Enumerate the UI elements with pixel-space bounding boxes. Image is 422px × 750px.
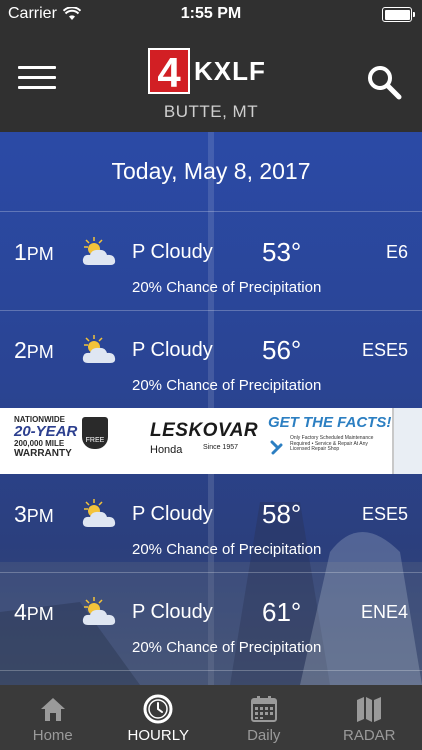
tab-label: HOURLY — [127, 727, 189, 744]
tab-label: Home — [32, 727, 73, 744]
temperature: 61° — [262, 597, 302, 627]
partly-cloudy-icon — [82, 499, 116, 527]
hour-row-2pm[interactable]: 2PM P Cloudy 56° ESE5 20% Chance of Prec… — [0, 311, 422, 409]
calendar-icon — [250, 696, 277, 722]
logo-call-letters: KXLF — [194, 55, 266, 86]
status-time: 1:55 PM — [180, 5, 242, 22]
ad-headline: GET THE FACTS! — [268, 414, 392, 431]
hour-time: 4PM — [14, 599, 54, 625]
partly-cloudy-icon — [82, 597, 116, 625]
tab-label: Daily — [247, 727, 281, 744]
partly-cloudy-icon — [82, 335, 116, 363]
precipitation-chance: 20% Chance of Precipitation — [132, 541, 322, 558]
hour-row-1pm[interactable]: 1PM P Cloudy 53° E6 20% Chance of Precip… — [0, 213, 422, 311]
ad-dealer: LESKOVAR Honda Since 1957 — [150, 420, 259, 456]
menu-button[interactable] — [18, 66, 56, 96]
search-icon[interactable] — [366, 64, 402, 100]
logo-number: 4 — [148, 48, 190, 96]
battery-icon — [382, 7, 415, 22]
temperature: 58° — [262, 499, 302, 529]
date-label: Today, May 8, 2017 — [111, 158, 311, 184]
tab-hourly[interactable]: HOURLY — [106, 685, 212, 750]
tab-daily[interactable]: Daily — [211, 685, 317, 750]
station-logo: 4 KXLF — [148, 48, 266, 96]
home-icon — [40, 698, 65, 721]
clock-icon — [143, 694, 173, 724]
hour-time: 1PM — [14, 239, 54, 265]
condition: P Cloudy — [132, 241, 213, 263]
tab-radar[interactable]: RADAR — [317, 685, 422, 750]
ad-warranty: NATIONWIDE 20-YEAR 200,000 MILE WARRANTY — [14, 415, 78, 459]
location-label: BUTTE, MT — [163, 102, 259, 121]
precipitation-chance: 20% Chance of Precipitation — [132, 377, 322, 394]
hour-time: 3PM — [14, 501, 54, 527]
free-badge: FREE — [82, 417, 108, 449]
hour-row-3pm[interactable]: 3PM P Cloudy 58° ESE5 20% Chance of Prec… — [0, 475, 422, 573]
wind: ESE5 — [361, 340, 408, 360]
hamburger-icon — [18, 66, 56, 69]
status-bar: Carrier 1:55 PM — [0, 0, 422, 30]
hour-time: 2PM — [14, 337, 54, 363]
hourly-forecast[interactable]: Today, May 8, 2017 1PM P Cloudy 53° E6 2… — [0, 132, 422, 685]
tab-home[interactable]: Home — [0, 685, 106, 750]
ad-banner[interactable]: NATIONWIDE 20-YEAR 200,000 MILE WARRANTY… — [0, 408, 422, 474]
app-header: 4 KXLF BUTTE, MT — [0, 30, 422, 132]
wrench-icon — [270, 440, 283, 455]
condition: P Cloudy — [132, 339, 213, 361]
wind: E6 — [385, 242, 408, 262]
condition: P Cloudy — [132, 601, 213, 623]
hour-row-4pm[interactable]: 4PM P Cloudy 61° ENE4 20% Chance of Prec… — [0, 573, 422, 671]
date-header: Today, May 8, 2017 — [0, 132, 422, 212]
tab-label: RADAR — [342, 727, 396, 744]
ad-facts: Only Factory Scheduled Maintenance Requi… — [290, 435, 374, 452]
temperature: 53° — [262, 237, 302, 267]
precipitation-chance: 20% Chance of Precipitation — [132, 639, 322, 656]
temperature: 56° — [262, 335, 302, 365]
condition: P Cloudy — [132, 503, 213, 525]
wind: ENE4 — [360, 602, 408, 622]
map-icon — [357, 697, 382, 722]
wind: ESE5 — [361, 504, 408, 524]
partly-cloudy-icon — [82, 237, 116, 265]
ad-content[interactable]: NATIONWIDE 20-YEAR 200,000 MILE WARRANTY… — [0, 408, 394, 474]
tab-bar: Home HOURLY Daily RADAR — [0, 685, 422, 750]
precipitation-chance: 20% Chance of Precipitation — [132, 279, 322, 296]
